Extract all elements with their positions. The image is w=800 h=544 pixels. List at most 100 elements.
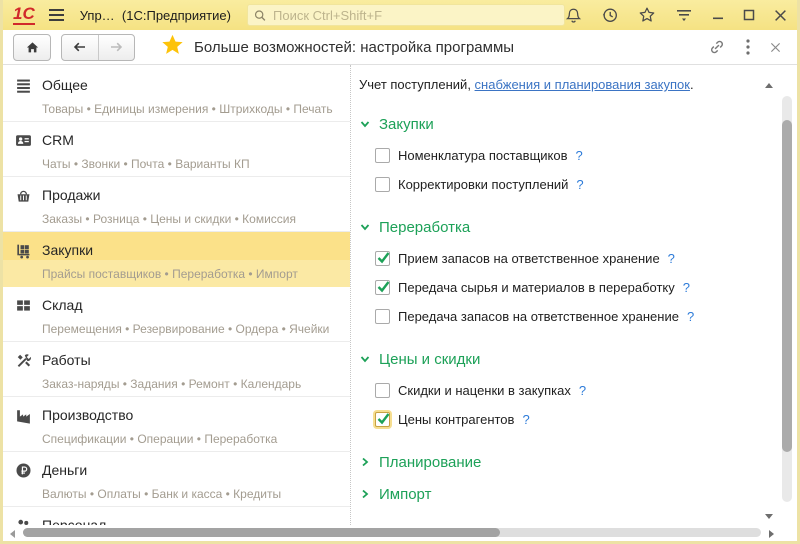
section-header[interactable]: Планирование [359, 453, 753, 471]
history-nav-buttons [61, 33, 135, 61]
sidebar-item-label: Производство [42, 407, 134, 423]
checkbox[interactable] [375, 251, 390, 266]
maximize-icon[interactable] [743, 9, 755, 21]
favorites-star-icon[interactable] [638, 6, 656, 24]
app-window: 1С Упр… (1С:Предприятие) Поиск Ctrl+Shif… [0, 0, 800, 544]
scroll-down-arrow[interactable] [765, 514, 773, 519]
chevron-down-icon [360, 356, 370, 363]
section-header[interactable]: Закупки [359, 115, 753, 133]
checkbox-row[interactable]: Передача сырья и материалов в переработк… [375, 278, 753, 297]
sidebar-item-label: Склад [42, 297, 83, 313]
favorite-star-icon[interactable] [161, 34, 184, 61]
intro-link[interactable]: снабжения и планирования закупок [475, 77, 690, 92]
minimize-icon[interactable] [712, 9, 724, 21]
sidebar-item-proizvodstvo[interactable]: Производство Спецификации • Операции • П… [3, 397, 350, 452]
sidebar-item-links[interactable]: Товары • Единицы измерения • Штрихкоды •… [42, 102, 350, 116]
sidebar-item-label: Общее [42, 77, 88, 93]
chevron-right-icon [362, 457, 369, 467]
help-icon[interactable]: ? [522, 412, 529, 427]
sidebar-item-links[interactable]: Спецификации • Операции • Переработка [42, 432, 350, 446]
help-icon[interactable]: ? [668, 251, 675, 266]
search-input[interactable] [271, 6, 558, 24]
basket-icon [17, 190, 30, 202]
forward-button[interactable] [99, 35, 135, 60]
main-menu-icon[interactable] [48, 9, 64, 21]
sidebar-item-prodazhi[interactable]: Продажи Заказы • Розница • Цены и скидки… [3, 177, 350, 232]
global-search[interactable] [246, 4, 565, 26]
sidebar-item-obshchee[interactable]: Общее Товары • Единицы измерения • Штрих… [3, 67, 350, 122]
warehouse-blocks-icon [17, 299, 30, 311]
sidebar-item-crm[interactable]: CRM Чаты • Звонки • Почта • Варианты КП [3, 122, 350, 177]
list-icon [17, 79, 30, 93]
home-icon [26, 42, 38, 53]
main-area: Общее Товары • Единицы измерения • Штрих… [3, 65, 797, 541]
sidebar-item-links[interactable]: Валюты • Оплаты • Банк и касса • Кредиты [42, 487, 350, 501]
chevron-down-icon [360, 121, 370, 128]
checkbox-row[interactable]: Номенклатура поставщиков ? [375, 146, 753, 165]
sidebar-item-raboty[interactable]: Работы Заказ-наряды • Задания • Ремонт •… [3, 342, 350, 397]
history-icon[interactable] [601, 6, 619, 24]
forward-arrow-icon [111, 42, 123, 52]
checkbox[interactable] [375, 177, 390, 192]
checkbox-label: Передача запасов на ответственное хранен… [398, 309, 679, 324]
section-planirovanie: Планирование [359, 439, 753, 471]
checkbox-row[interactable]: Скидки и наценки в закупках ? [375, 381, 753, 400]
window-title: Упр… (1С:Предприятие) [79, 7, 231, 23]
contact-card-icon [16, 134, 31, 146]
tools-icon [17, 353, 31, 367]
chevron-right-icon [362, 489, 369, 499]
back-button[interactable] [62, 35, 98, 60]
horizontal-scrollbar [3, 525, 797, 541]
section-header[interactable]: Переработка [359, 218, 753, 236]
scroll-right-arrow[interactable] [769, 530, 774, 538]
checkbox[interactable] [375, 309, 390, 324]
section-pererabotka: Переработка Прием запасов на ответственн… [359, 204, 753, 326]
scroll-left-arrow[interactable] [10, 530, 15, 538]
checkbox-label: Скидки и наценки в закупках [398, 383, 571, 398]
help-icon[interactable]: ? [579, 383, 586, 398]
sidebar-item-links[interactable]: Прайсы поставщиков • Переработка • Импор… [42, 267, 350, 281]
notifications-bell-icon[interactable] [565, 7, 582, 24]
checkbox-row[interactable]: Корректировки поступлений ? [375, 175, 753, 194]
sidebar-item-links[interactable]: Перемещения • Резервирование • Ордера • … [42, 322, 350, 336]
checkbox-row[interactable]: Цены контрагентов ? [375, 410, 753, 429]
1c-logo: 1С [13, 4, 35, 25]
more-menu-icon[interactable] [746, 39, 750, 55]
section-header[interactable]: Импорт [359, 485, 753, 503]
help-icon[interactable]: ? [687, 309, 694, 324]
scroll-up-arrow[interactable] [765, 83, 773, 88]
close-form-icon[interactable] [770, 42, 781, 53]
cart-icon [17, 244, 30, 258]
close-window-icon[interactable] [774, 9, 787, 22]
service-menu-icon[interactable] [675, 7, 693, 23]
section-header[interactable]: Цены и скидки [359, 350, 753, 368]
checkbox-row[interactable]: Передача запасов на ответственное хранен… [375, 307, 753, 326]
sidebar-item-links[interactable]: Заказы • Розница • Цены и скидки • Комис… [42, 212, 350, 226]
sidebar-item-label: Закупки [42, 242, 94, 258]
checkbox[interactable] [375, 383, 390, 398]
checkbox-focused[interactable] [375, 412, 390, 427]
sidebar-item-links[interactable]: Чаты • Звонки • Почта • Варианты КП [42, 157, 350, 171]
home-button[interactable] [13, 33, 51, 61]
sidebar-item-zakupki[interactable]: Закупки Прайсы поставщиков • Переработка… [3, 232, 350, 287]
chevron-down-icon [360, 224, 370, 231]
sidebar-item-links[interactable]: Заказ-наряды • Задания • Ремонт • Календ… [42, 377, 350, 391]
sidebar-item-label: Работы [42, 352, 91, 368]
back-arrow-icon [73, 42, 85, 52]
sidebar-item-sklad[interactable]: Склад Перемещения • Резервирование • Орд… [3, 287, 350, 342]
sidebar-item-dengi[interactable]: Деньги Валюты • Оплаты • Банк и касса • … [3, 452, 350, 507]
get-link-icon[interactable] [708, 38, 726, 56]
checkbox[interactable] [375, 280, 390, 295]
checkbox-label: Цены контрагентов [398, 412, 515, 427]
help-icon[interactable]: ? [576, 148, 583, 163]
checkbox-row[interactable]: Прием запасов на ответственное хранение … [375, 249, 753, 268]
horizontal-scrollbar-thumb[interactable] [23, 528, 500, 537]
checkbox[interactable] [375, 148, 390, 163]
sidebar-item-label: Продажи [42, 187, 101, 203]
help-icon[interactable]: ? [576, 177, 583, 192]
vertical-scrollbar-thumb[interactable] [782, 120, 792, 452]
sidebar-item-label: Деньги [42, 462, 88, 478]
settings-content: Учет поступлений, снабжения и планирован… [351, 65, 797, 541]
sidebar-item-label: CRM [42, 132, 74, 148]
help-icon[interactable]: ? [683, 280, 690, 295]
